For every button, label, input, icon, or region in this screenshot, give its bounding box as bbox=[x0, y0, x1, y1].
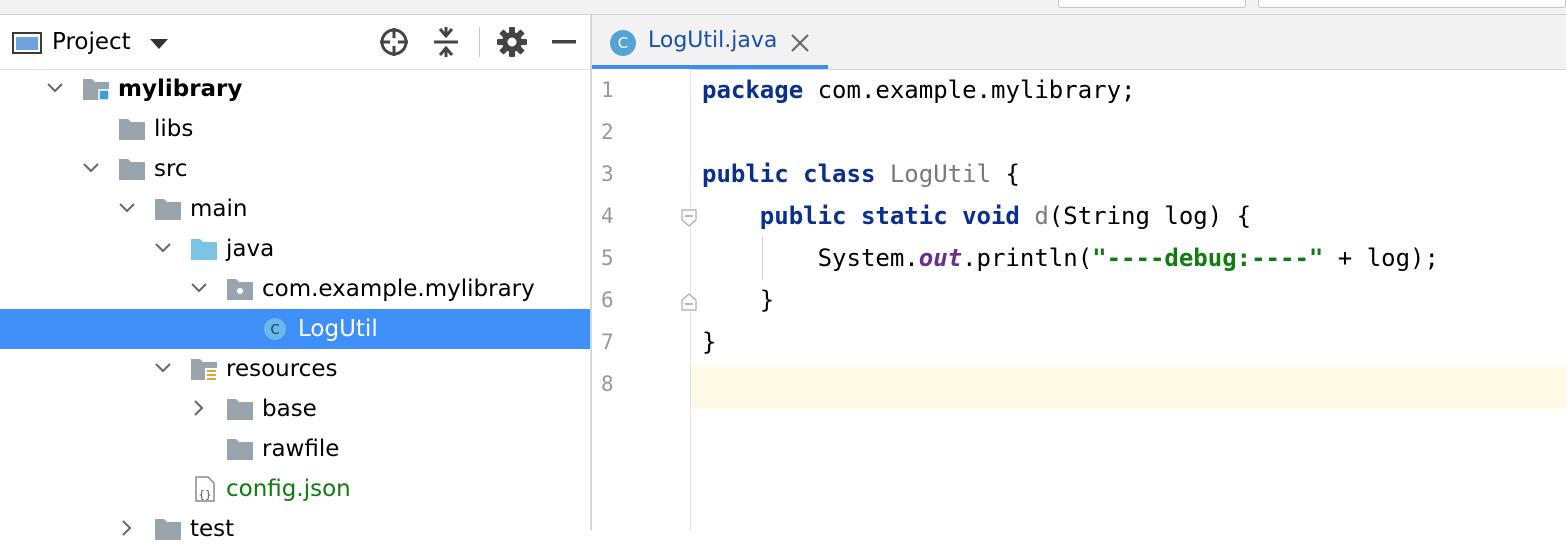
tree-item-label: main bbox=[190, 196, 248, 222]
tree-item-config-json[interactable]: {} config.json bbox=[0, 469, 590, 509]
tree-item-rawfile[interactable]: rawfile bbox=[0, 429, 590, 469]
code-method-name: d bbox=[1019, 202, 1049, 230]
tree-item-label: LogUtil bbox=[298, 316, 378, 342]
line-number: 4 bbox=[601, 204, 614, 228]
fold-marker-icon[interactable] bbox=[680, 209, 698, 227]
tree-item-label: mylibrary bbox=[118, 76, 243, 102]
svg-text:C: C bbox=[270, 323, 279, 338]
collapse-all-icon[interactable] bbox=[429, 25, 463, 59]
tree-item-logutil[interactable]: C LogUtil bbox=[0, 309, 590, 349]
line-number: 1 bbox=[601, 78, 614, 102]
code-keyword: public static void bbox=[759, 202, 1020, 230]
locate-file-icon[interactable] bbox=[377, 25, 411, 59]
tab-label: LogUtil.java bbox=[648, 28, 778, 53]
tree-item-label: java bbox=[226, 236, 275, 262]
line-number: 2 bbox=[601, 120, 614, 144]
code-string: "----debug:----" bbox=[1092, 244, 1324, 272]
gear-icon[interactable] bbox=[495, 25, 529, 59]
tree-item-src[interactable]: src bbox=[0, 149, 590, 189]
tree-item-label: libs bbox=[154, 116, 194, 142]
line-number: 6 bbox=[601, 288, 614, 312]
tree-item-mylibrary[interactable]: mylibrary bbox=[0, 69, 590, 109]
module-folder-icon bbox=[83, 79, 110, 101]
code-text: System. bbox=[702, 244, 919, 272]
folder-icon bbox=[227, 399, 253, 420]
line-number: 8 bbox=[601, 372, 614, 396]
chevron-down-icon[interactable] bbox=[152, 357, 174, 379]
close-icon[interactable] bbox=[788, 31, 812, 55]
tab-logutil-java[interactable]: C LogUtil.java bbox=[592, 15, 828, 69]
code-text: (String log) { bbox=[1048, 202, 1252, 230]
chevron-down-icon[interactable] bbox=[116, 197, 138, 219]
chevron-down-icon[interactable] bbox=[188, 277, 210, 299]
hide-panel-icon[interactable] bbox=[547, 25, 581, 59]
folder-icon bbox=[155, 199, 181, 220]
svg-text:{}: {} bbox=[198, 488, 211, 501]
line-number: 7 bbox=[601, 330, 614, 354]
line-number: 3 bbox=[601, 162, 614, 186]
tree-item-label: src bbox=[154, 156, 188, 182]
code-text: + log); bbox=[1323, 244, 1439, 272]
code-text: { bbox=[990, 160, 1020, 188]
tree-item-main[interactable]: main bbox=[0, 189, 590, 229]
current-line-highlight bbox=[592, 367, 1566, 409]
tree-item-base[interactable]: base bbox=[0, 389, 590, 429]
source-folder-icon bbox=[191, 239, 217, 260]
code-text: com.example.mylibrary; bbox=[803, 76, 1136, 104]
tree-item-label: config.json bbox=[226, 476, 351, 502]
code-static-field: out bbox=[918, 244, 963, 272]
code-line-4: public static void d(String log) { bbox=[702, 202, 1251, 230]
tree-item-resources[interactable]: resources bbox=[0, 349, 590, 389]
tree-item-test[interactable]: test bbox=[0, 509, 590, 549]
chevron-right-icon[interactable] bbox=[188, 397, 210, 419]
folder-icon bbox=[227, 439, 253, 460]
code-keyword: package bbox=[702, 76, 804, 104]
chevron-right-icon[interactable] bbox=[116, 517, 138, 539]
code-line-7: } bbox=[702, 328, 717, 356]
class-icon: C bbox=[264, 318, 286, 340]
tree-item-label: resources bbox=[226, 356, 338, 382]
code-keyword: public class bbox=[702, 160, 876, 188]
toolbar-field[interactable] bbox=[1258, 0, 1566, 8]
tree-item-libs[interactable]: libs bbox=[0, 109, 590, 149]
code-class-name: LogUtil bbox=[875, 160, 991, 188]
editor-tab-bar: C LogUtil.java bbox=[592, 15, 1566, 70]
tree-item-java[interactable]: java bbox=[0, 229, 590, 269]
chevron-down-icon[interactable] bbox=[152, 237, 174, 259]
project-panel: Project mylibrary libs src main java com… bbox=[0, 15, 590, 542]
toolbar-field[interactable] bbox=[1058, 0, 1246, 8]
code-line-6: } bbox=[702, 286, 775, 314]
fold-end-marker-icon[interactable] bbox=[680, 293, 698, 311]
top-toolbar-strip bbox=[0, 0, 1566, 15]
tree-item-label: base bbox=[262, 396, 317, 422]
code-line-1: package com.example.mylibrary; bbox=[702, 76, 1136, 104]
json-file-icon: {} bbox=[195, 476, 215, 502]
folder-icon bbox=[119, 119, 145, 140]
tree-item-label: com.example.mylibrary bbox=[262, 276, 535, 302]
package-icon bbox=[227, 279, 253, 300]
tree-item-label: test bbox=[190, 516, 235, 542]
folder-icon bbox=[119, 159, 145, 180]
line-number: 5 bbox=[601, 246, 614, 270]
tree-item-label: rawfile bbox=[262, 436, 340, 462]
folder-icon bbox=[155, 519, 181, 540]
line-number-gutter[interactable]: 1 2 3 4 5 6 7 8 bbox=[592, 69, 697, 530]
chevron-down-icon[interactable] bbox=[80, 157, 102, 179]
project-window-icon bbox=[12, 32, 42, 54]
tree-item-package[interactable]: com.example.mylibrary bbox=[0, 269, 590, 309]
toolbar-separator bbox=[479, 27, 480, 57]
chevron-down-icon[interactable] bbox=[150, 39, 168, 49]
project-view-title[interactable]: Project bbox=[52, 29, 131, 55]
chevron-down-icon[interactable] bbox=[44, 77, 66, 99]
code-editor: C LogUtil.java 1 2 3 4 5 6 7 8 package c… bbox=[592, 15, 1566, 530]
code-text: .println( bbox=[962, 244, 1093, 272]
resources-folder-icon bbox=[191, 359, 217, 381]
code-line-5: System.out.println("----debug:----" + lo… bbox=[702, 244, 1439, 272]
code-line-3: public class LogUtil { bbox=[702, 160, 1020, 188]
project-panel-header: Project bbox=[0, 15, 590, 70]
class-icon: C bbox=[610, 30, 636, 56]
